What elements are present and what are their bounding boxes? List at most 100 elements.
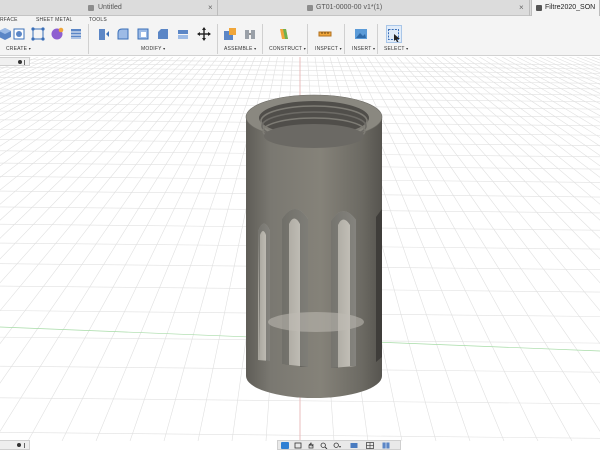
chevron-down-icon: ▾ — [339, 46, 342, 51]
inspect-label: INSPECT — [315, 46, 338, 52]
grid-line — [129, 57, 263, 441]
grid-line — [0, 57, 76, 94]
viewports-icon[interactable] — [382, 442, 390, 449]
viewport-canvas[interactable] — [0, 57, 600, 441]
grid-line — [0, 57, 31, 70]
grid-line — [0, 57, 129, 138]
tab-gt01-close-icon[interactable]: × — [519, 0, 524, 16]
grid-line — [0, 57, 114, 123]
image-icon[interactable] — [354, 27, 368, 41]
measure-icon[interactable] — [318, 27, 332, 41]
grid-line — [0, 57, 226, 384]
thread-ring — [264, 124, 364, 148]
grid-line — [0, 57, 9, 61]
surface-icon[interactable] — [69, 27, 83, 41]
orbit-icon[interactable] — [281, 442, 289, 449]
document-tab-bar: Untitled × GT01-0000-00 v1*(1) × Filtre2… — [0, 0, 600, 16]
press-pull-icon[interactable] — [95, 27, 109, 41]
filter-body-model[interactable] — [245, 94, 383, 398]
sphere-icon[interactable] — [50, 27, 64, 41]
cube-icon[interactable] — [0, 27, 12, 41]
modify-menu[interactable]: MODIFY ▾ — [141, 46, 165, 52]
document-icon — [307, 5, 313, 11]
select-icon[interactable] — [387, 28, 401, 42]
grid-line — [0, 57, 24, 67]
select-menu[interactable]: SELECT ▾ — [384, 46, 408, 52]
pan-icon[interactable] — [307, 442, 315, 449]
grid-line — [95, 57, 256, 441]
toolbar-divider — [377, 24, 378, 54]
insert-label: INSERT — [352, 46, 372, 52]
panel-divider-icon — [24, 443, 25, 448]
tab-untitled[interactable]: Untitled × — [84, 0, 218, 16]
chevron-down-icon: ▾ — [406, 46, 409, 51]
chevron-down-icon: ▾ — [163, 46, 166, 51]
split-icon[interactable] — [176, 27, 190, 41]
tab-filtre2020[interactable]: Filtre2020_SON — [531, 0, 600, 16]
move-icon[interactable] — [197, 27, 211, 41]
tab-gt01-label: GT01-0000-00 v1*(1) — [316, 4, 383, 11]
tab-untitled-label: Untitled — [98, 4, 122, 11]
navigation-bar — [277, 440, 401, 450]
document-icon — [88, 5, 94, 11]
chevron-down-icon: ▾ — [303, 46, 306, 51]
comments-panel-toggle[interactable] — [0, 440, 30, 450]
toolbar-divider — [344, 24, 345, 54]
grid-line — [0, 57, 144, 156]
chevron-down-icon: ▾ — [372, 46, 376, 51]
grid-line — [0, 57, 203, 284]
category-surface[interactable]: RFACE — [0, 17, 18, 23]
new-component-icon[interactable] — [223, 27, 237, 41]
settings-icon[interactable] — [18, 60, 22, 64]
document-icon — [536, 5, 542, 11]
fusion-window: Untitled × GT01-0000-00 v1*(1) × Filtre2… — [0, 0, 600, 450]
sketch-icon[interactable] — [12, 27, 26, 41]
grid-line — [61, 57, 248, 441]
shell-icon[interactable] — [136, 27, 150, 41]
insert-menu[interactable]: INSERT ▾ — [352, 46, 375, 52]
inspect-menu[interactable]: INSPECT ▾ — [315, 46, 342, 52]
fillet-icon[interactable] — [116, 27, 130, 41]
zoom-icon[interactable] — [320, 442, 328, 449]
construct-label: CONSTRUCT — [269, 46, 303, 52]
toolbar-divider — [88, 24, 89, 54]
ribbon-toolbar: RFACE SHEET METAL TOOLS CREATE ▾ MODIFY … — [0, 16, 600, 56]
toolbar-divider — [217, 24, 218, 54]
modify-label: MODIFY — [141, 46, 162, 52]
toolbar-divider — [262, 24, 263, 54]
inner-floor — [268, 312, 364, 332]
create-menu[interactable]: CREATE ▾ — [6, 46, 31, 52]
grid-line — [0, 57, 46, 77]
slot-edge — [376, 209, 382, 362]
tab-untitled-close-icon[interactable]: × — [208, 0, 213, 16]
tab-filtre2020-label: Filtre2020_SON — [545, 4, 596, 11]
grid-line — [0, 57, 69, 90]
assemble-menu[interactable]: ASSEMBLE ▾ — [224, 46, 256, 52]
toolbar-divider — [307, 24, 308, 54]
grid-line — [0, 57, 121, 131]
grid-line — [0, 57, 99, 110]
look-at-icon[interactable] — [294, 442, 302, 449]
chevron-down-icon: ▾ — [28, 46, 31, 51]
construct-menu[interactable]: CONSTRUCT ▾ — [269, 46, 306, 52]
grid-line — [0, 57, 54, 81]
grid-settings-icon[interactable] — [366, 442, 374, 449]
assemble-label: ASSEMBLE — [224, 46, 253, 52]
joint-icon[interactable] — [243, 27, 257, 41]
chamfer-icon[interactable] — [156, 27, 170, 41]
create-label: CREATE — [6, 46, 28, 52]
tab-gt01[interactable]: GT01-0000-00 v1*(1) × — [219, 0, 530, 16]
grid-line — [0, 57, 174, 205]
chevron-down-icon: ▾ — [254, 46, 257, 51]
plane-icon[interactable] — [277, 27, 291, 41]
grid-line — [0, 57, 136, 147]
browser-panel-toggle[interactable] — [0, 57, 30, 66]
fit-icon[interactable] — [333, 442, 341, 449]
category-sheet-metal[interactable]: SHEET METAL — [36, 17, 72, 23]
select-label: SELECT — [384, 46, 405, 52]
display-settings-icon[interactable] — [350, 442, 358, 449]
form-icon[interactable] — [31, 27, 45, 41]
settings-icon[interactable] — [17, 443, 21, 447]
category-tools[interactable]: TOOLS — [89, 17, 107, 23]
grid-line — [0, 57, 39, 74]
